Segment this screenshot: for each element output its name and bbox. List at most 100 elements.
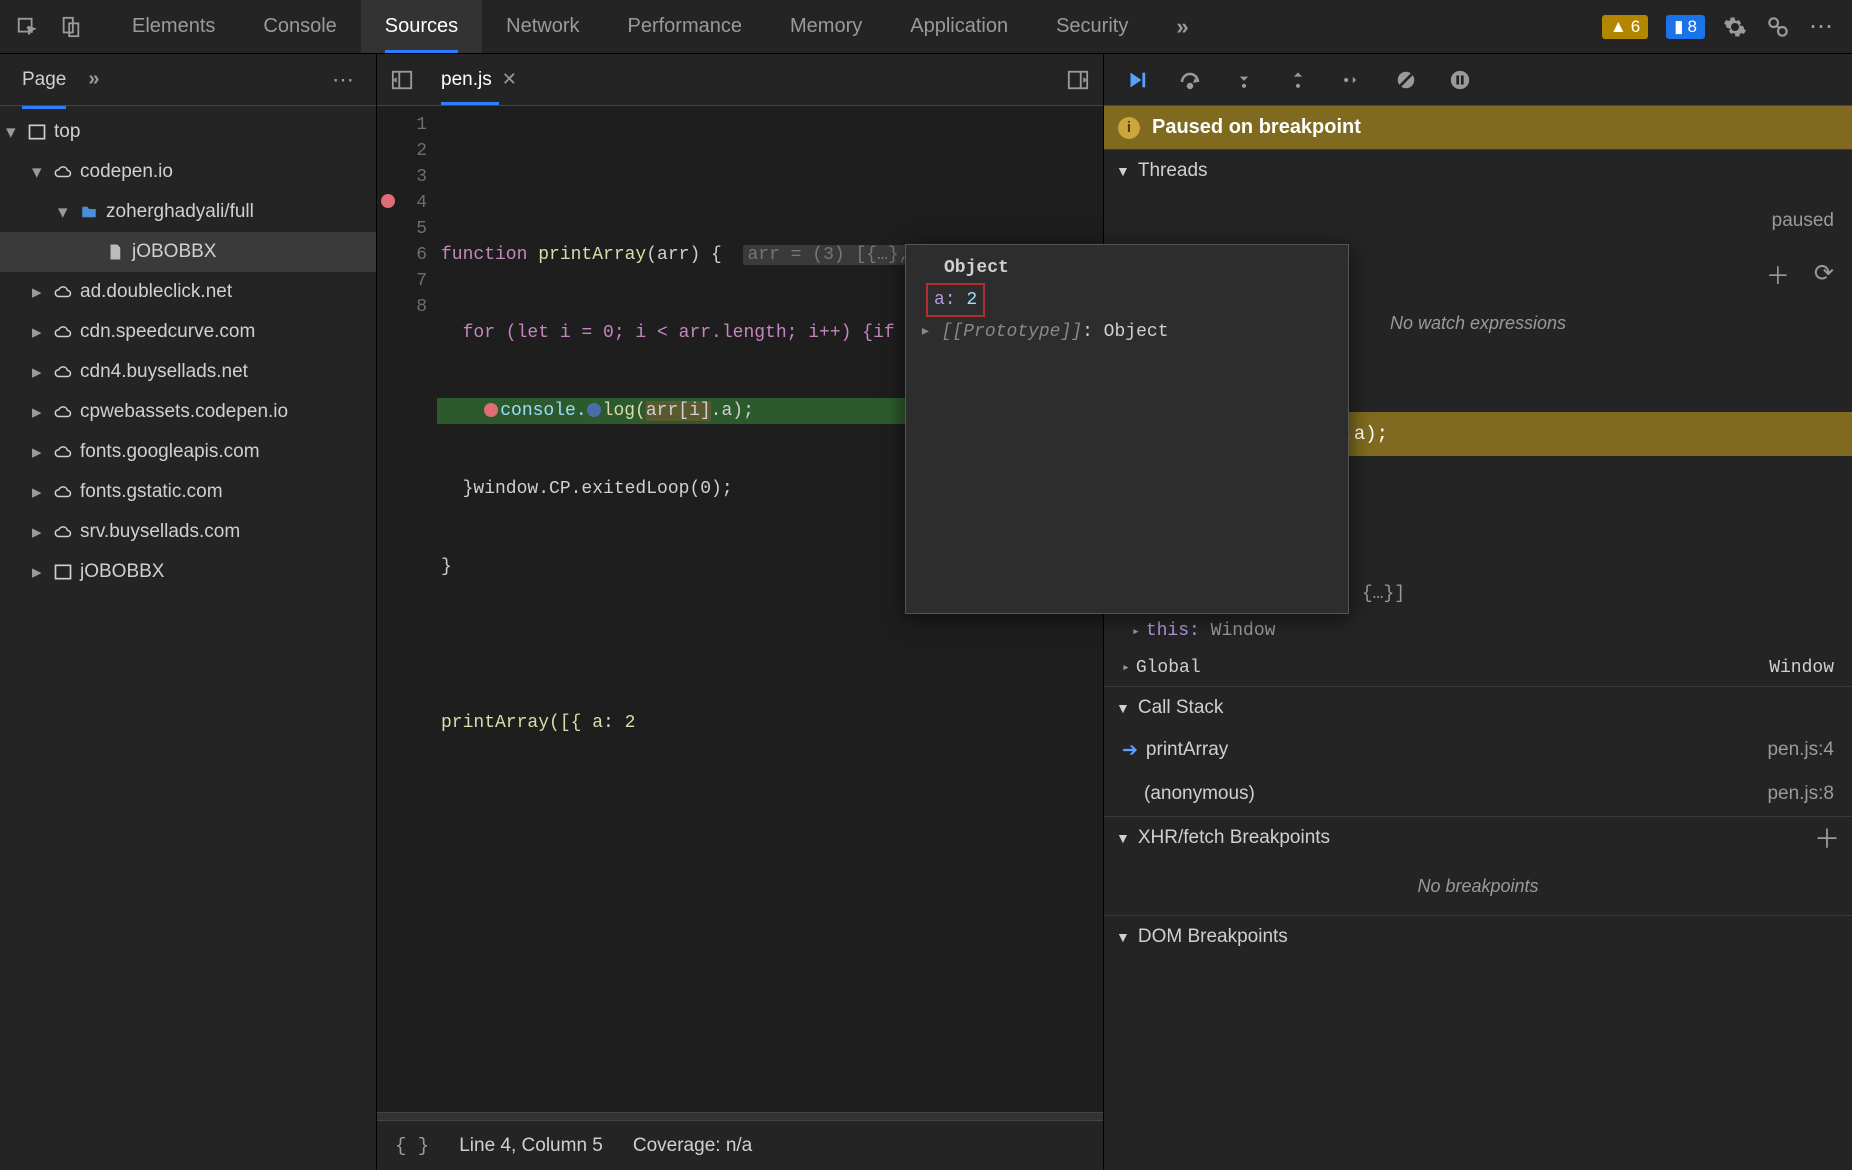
callstack-frame-1[interactable]: ➔ printArray pen.js:4 <box>1104 728 1852 772</box>
debugger-toggle-icon[interactable] <box>1061 63 1095 97</box>
editor-status-bar: { } Line 4, Column 5 Coverage: n/a <box>377 1120 1103 1170</box>
tree-item-label: fonts.googleapis.com <box>80 441 260 463</box>
frame-name: (anonymous) <box>1144 783 1255 805</box>
cloud-icon <box>50 523 76 541</box>
tree-item-jobobbx[interactable]: jOBOBBX <box>0 232 376 272</box>
code-line-7[interactable] <box>437 632 1103 658</box>
step-out-button[interactable] <box>1284 66 1312 94</box>
refresh-watch-icon[interactable]: ⟳ <box>1814 259 1834 288</box>
tree-item-cdn4-buysellads-net[interactable]: ▸cdn4.buysellads.net <box>0 352 376 392</box>
settings-icon[interactable] <box>1723 15 1747 39</box>
tree-arrow-icon: ▸ <box>32 561 50 584</box>
frame-icon <box>50 562 76 582</box>
frame-location: pen.js:8 <box>1767 783 1834 805</box>
cloud-icon <box>50 483 76 501</box>
tab-memory[interactable]: Memory <box>766 0 886 53</box>
resume-button[interactable] <box>1122 66 1150 94</box>
tab-network[interactable]: Network <box>482 0 603 53</box>
editor-tab-penjs[interactable]: pen.js ✕ <box>419 54 539 105</box>
add-xhr-breakpoint-icon[interactable]: ＋ <box>1814 819 1840 856</box>
paused-banner: i Paused on breakpoint <box>1104 106 1852 149</box>
step-over-button[interactable] <box>1176 66 1204 94</box>
threads-label: Threads <box>1138 160 1208 182</box>
frame-location: pen.js:4 <box>1767 739 1834 761</box>
editor-resizer[interactable] <box>377 1112 1103 1120</box>
code-line-1[interactable] <box>437 164 1103 190</box>
error-icon: ▮ <box>1674 17 1683 37</box>
current-frame-icon: ➔ <box>1122 739 1138 762</box>
step-into-button[interactable] <box>1230 66 1258 94</box>
popover-title: Object <box>920 253 1334 283</box>
tree-item-cdn-speedcurve-com[interactable]: ▸cdn.speedcurve.com <box>0 312 376 352</box>
tree-arrow-icon: ▾ <box>32 161 50 184</box>
info-icon: i <box>1118 117 1140 139</box>
scope-this[interactable]: ▸this: Window <box>1104 613 1852 650</box>
sidebar-tabs-overflow[interactable]: » <box>88 68 99 91</box>
tabs-overflow[interactable]: » <box>1152 0 1212 53</box>
tree-item-fonts-gstatic-com[interactable]: ▸fonts.gstatic.com <box>0 472 376 512</box>
paused-message: Paused on breakpoint <box>1152 116 1361 139</box>
step-button[interactable] <box>1338 66 1366 94</box>
cloud-icon <box>50 403 76 421</box>
dom-breakpoints-header[interactable]: ▼ DOM Breakpoints <box>1104 915 1852 957</box>
value-hover-popover[interactable]: Object a: 2 ▸ [[Prototype]]: Object <box>905 244 1349 614</box>
callstack-frame-2[interactable]: (anonymous) pen.js:8 <box>1104 772 1852 816</box>
tree-item-srv-buysellads-com[interactable]: ▸ srv.buysellads.com <box>0 512 376 552</box>
sidebar-tab-page[interactable]: Page <box>6 63 82 97</box>
errors-count: 8 <box>1688 17 1697 37</box>
deactivate-breakpoints-button[interactable] <box>1392 66 1420 94</box>
tree-arrow-icon: ▸ <box>32 321 50 344</box>
tree-item-label: jOBOBBX <box>132 241 216 263</box>
tab-performance[interactable]: Performance <box>604 0 767 53</box>
cloud-icon <box>50 163 76 181</box>
nodejs-icon[interactable] <box>1765 14 1791 40</box>
tree-item-cpwebassets-codepen-io[interactable]: ▸cpwebassets.codepen.io <box>0 392 376 432</box>
cloud-icon <box>50 443 76 461</box>
callstack-label: Call Stack <box>1138 697 1224 719</box>
threads-header[interactable]: ▼ Threads <box>1104 149 1852 191</box>
tree-item-codepen-io[interactable]: ▾codepen.io <box>0 152 376 192</box>
tree-item-zoherghadyali-full[interactable]: ▾zoherghadyali/full <box>0 192 376 232</box>
breakpoint-marker[interactable] <box>381 194 395 208</box>
tree-arrow-icon: ▸ <box>32 481 50 504</box>
close-tab-icon[interactable]: ✕ <box>502 69 517 90</box>
inline-step-icon[interactable] <box>587 403 601 417</box>
pause-on-exceptions-button[interactable] <box>1446 66 1474 94</box>
inline-breakpoint-icon[interactable] <box>484 403 498 417</box>
warnings-badge[interactable]: ▲ 6 <box>1602 15 1648 39</box>
navigator-toggle-icon[interactable] <box>385 63 419 97</box>
more-options-icon[interactable]: ⋯ <box>1809 12 1836 41</box>
tab-application[interactable]: Application <box>886 0 1032 53</box>
cursor-position: Line 4, Column 5 <box>459 1135 603 1157</box>
callstack-header[interactable]: ▼ Call Stack <box>1104 686 1852 728</box>
braces-icon[interactable]: { } <box>395 1135 429 1157</box>
line-gutter[interactable]: 123 456 78 <box>377 106 437 1112</box>
tab-console[interactable]: Console <box>239 0 360 53</box>
tree-item-jobobbx[interactable]: ▸jOBOBBX <box>0 552 376 592</box>
tree-arrow-icon: ▸ <box>32 441 50 464</box>
tree-item-label: ad.doubleclick.net <box>80 281 232 303</box>
tree-item-fonts-googleapis-com[interactable]: ▸ fonts.googleapis.com <box>0 432 376 472</box>
devtools-topbar: Elements Console Sources Network Perform… <box>0 0 1852 54</box>
scope-global[interactable]: ▸Global Window <box>1104 650 1852 686</box>
tab-elements[interactable]: Elements <box>108 0 239 53</box>
top-tabs: Elements Console Sources Network Perform… <box>108 0 1213 53</box>
tree-arrow-icon: ▸ <box>32 521 50 544</box>
thread-row[interactable]: paused <box>1104 191 1852 251</box>
device-toolbar-icon[interactable] <box>58 14 84 40</box>
xhr-breakpoints-header[interactable]: ▼ XHR/fetch Breakpoints ＋ <box>1104 816 1852 858</box>
tree-item-ad-doubleclick-net[interactable]: ▸ad.doubleclick.net <box>0 272 376 312</box>
inspect-element-icon[interactable] <box>14 14 40 40</box>
tree-item-top[interactable]: ▾top <box>0 112 376 152</box>
code-line-8[interactable]: printArray([{ a: 2 <box>437 710 1103 736</box>
sidebar-more-options-icon[interactable]: ⋯ <box>318 67 370 93</box>
thread-status: paused <box>1772 210 1834 232</box>
tab-security[interactable]: Security <box>1032 0 1152 53</box>
debugger-toolbar <box>1104 54 1852 106</box>
add-watch-icon[interactable]: ＋ <box>1766 256 1790 291</box>
tab-sources[interactable]: Sources <box>361 0 482 53</box>
tree-item-label: srv.buysellads.com <box>80 521 240 543</box>
editor-tab-label: pen.js <box>441 69 492 91</box>
errors-badge[interactable]: ▮ 8 <box>1666 15 1705 39</box>
editor-tabs: pen.js ✕ <box>377 54 1103 106</box>
